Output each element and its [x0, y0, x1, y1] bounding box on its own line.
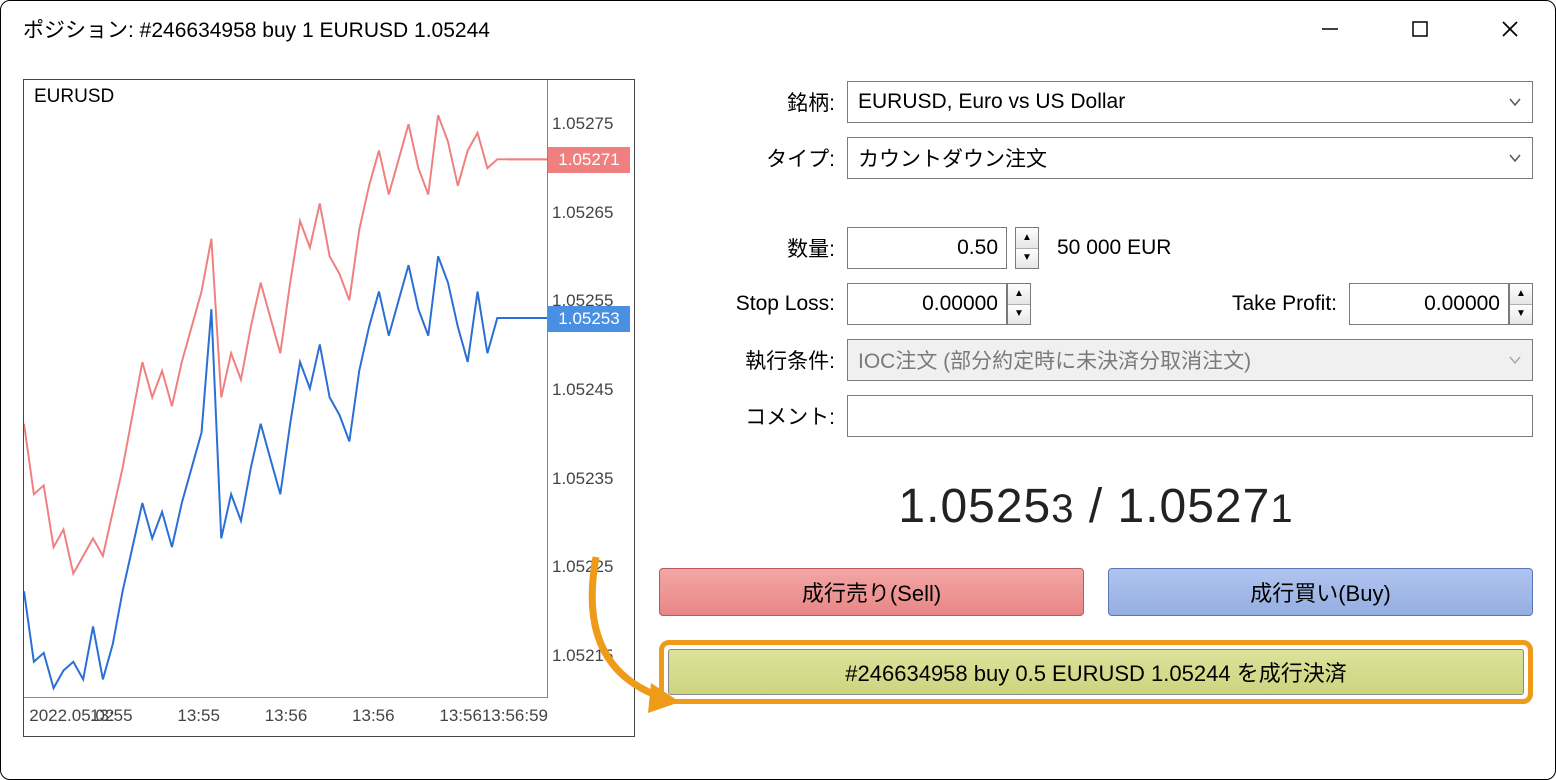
spinner-up-icon[interactable]: ▲ — [1016, 228, 1038, 249]
type-select[interactable]: カウントダウン注文 — [847, 137, 1533, 179]
y-tick: 1.05275 — [552, 114, 613, 134]
x-tick: 13:55 — [177, 706, 220, 726]
ask-price-tag: 1.05271 — [548, 147, 630, 173]
chevron-down-icon — [1508, 151, 1522, 165]
tp-input[interactable] — [1349, 283, 1509, 325]
sl-input[interactable] — [847, 283, 1007, 325]
window-controls — [1285, 1, 1555, 57]
y-tick: 1.05265 — [552, 203, 613, 223]
order-form: 銘柄: EURUSD, Euro vs US Dollar タイプ: カウントダ… — [659, 79, 1533, 761]
x-axis: 2022.05.0213:5513:5513:5613:5613:5613:56… — [24, 698, 548, 736]
volume-spinner[interactable]: ▲ ▼ — [1015, 227, 1039, 269]
minimize-icon — [1320, 19, 1340, 39]
x-tick: 13:56 — [439, 706, 482, 726]
close-icon — [1500, 19, 1520, 39]
price-lines — [24, 80, 547, 697]
volume-label: 数量: — [659, 233, 847, 263]
tp-spinner[interactable]: ▲ ▼ — [1509, 283, 1533, 325]
tick-chart: EURUSD 1.052751.052651.052551.052451.052… — [23, 79, 635, 737]
y-tick: 1.05225 — [552, 557, 613, 577]
fill-label: 執行条件: — [659, 345, 847, 375]
maximize-button[interactable] — [1375, 1, 1465, 57]
close-position-button[interactable]: #246634958 buy 0.5 EURUSD 1.05244 を成行決済 — [668, 649, 1524, 695]
close-position-highlight: #246634958 buy 0.5 EURUSD 1.05244 を成行決済 — [659, 640, 1533, 704]
symbol-label: 銘柄: — [659, 87, 847, 117]
spinner-down-icon[interactable]: ▼ — [1016, 249, 1038, 269]
buy-button[interactable]: 成行買い(Buy) — [1108, 568, 1533, 616]
volume-notional: 50 000 EUR — [1057, 236, 1171, 260]
fill-value: IOC注文 (部分約定時に未決済分取消注文) — [858, 345, 1251, 375]
chart-plot-area — [24, 80, 548, 698]
y-axis: 1.052751.052651.052551.052451.052351.052… — [548, 80, 634, 698]
spinner-up-icon[interactable]: ▲ — [1510, 284, 1532, 305]
symbol-value: EURUSD, Euro vs US Dollar — [858, 90, 1125, 114]
x-tick: 13:56:59 — [482, 706, 548, 726]
x-tick: 13:56 — [352, 706, 395, 726]
sl-spinner[interactable]: ▲ ▼ — [1007, 283, 1031, 325]
fill-policy-select: IOC注文 (部分約定時に未決済分取消注文) — [847, 339, 1533, 381]
sell-button[interactable]: 成行売り(Sell) — [659, 568, 1084, 616]
symbol-select[interactable]: EURUSD, Euro vs US Dollar — [847, 81, 1533, 123]
y-tick: 1.05245 — [552, 380, 613, 400]
chevron-down-icon — [1508, 353, 1522, 367]
tp-label: Take Profit: — [1189, 292, 1349, 316]
comment-label: コメント: — [659, 401, 847, 431]
spinner-down-icon[interactable]: ▼ — [1510, 305, 1532, 325]
order-window: ポジション: #246634958 buy 1 EURUSD 1.05244 E… — [0, 0, 1556, 780]
quote-sep: / — [1074, 480, 1117, 533]
type-value: カウントダウン注文 — [858, 143, 1047, 173]
window-title: ポジション: #246634958 buy 1 EURUSD 1.05244 — [23, 14, 1285, 44]
type-label: タイプ: — [659, 143, 847, 173]
x-tick: 13:56 — [265, 706, 308, 726]
comment-input[interactable] — [847, 395, 1533, 437]
ask-last: 1 — [1270, 487, 1293, 531]
spinner-down-icon[interactable]: ▼ — [1008, 305, 1030, 325]
sl-label: Stop Loss: — [659, 292, 847, 316]
minimize-button[interactable] — [1285, 1, 1375, 57]
bid-main: 1.0525 — [898, 480, 1051, 533]
volume-input[interactable] — [847, 227, 1007, 269]
y-tick: 1.05235 — [552, 469, 613, 489]
y-tick: 1.05215 — [552, 646, 613, 666]
spinner-up-icon[interactable]: ▲ — [1008, 284, 1030, 305]
quote-display: 1.05253 / 1.05271 — [659, 449, 1533, 554]
ask-main: 1.0527 — [1118, 480, 1271, 533]
chevron-down-icon — [1508, 95, 1522, 109]
x-tick: 13:55 — [90, 706, 133, 726]
maximize-icon — [1410, 19, 1430, 39]
titlebar: ポジション: #246634958 buy 1 EURUSD 1.05244 — [1, 1, 1555, 57]
bid-last: 3 — [1051, 487, 1074, 531]
close-window-button[interactable] — [1465, 1, 1555, 57]
bid-price-tag: 1.05253 — [548, 306, 630, 332]
